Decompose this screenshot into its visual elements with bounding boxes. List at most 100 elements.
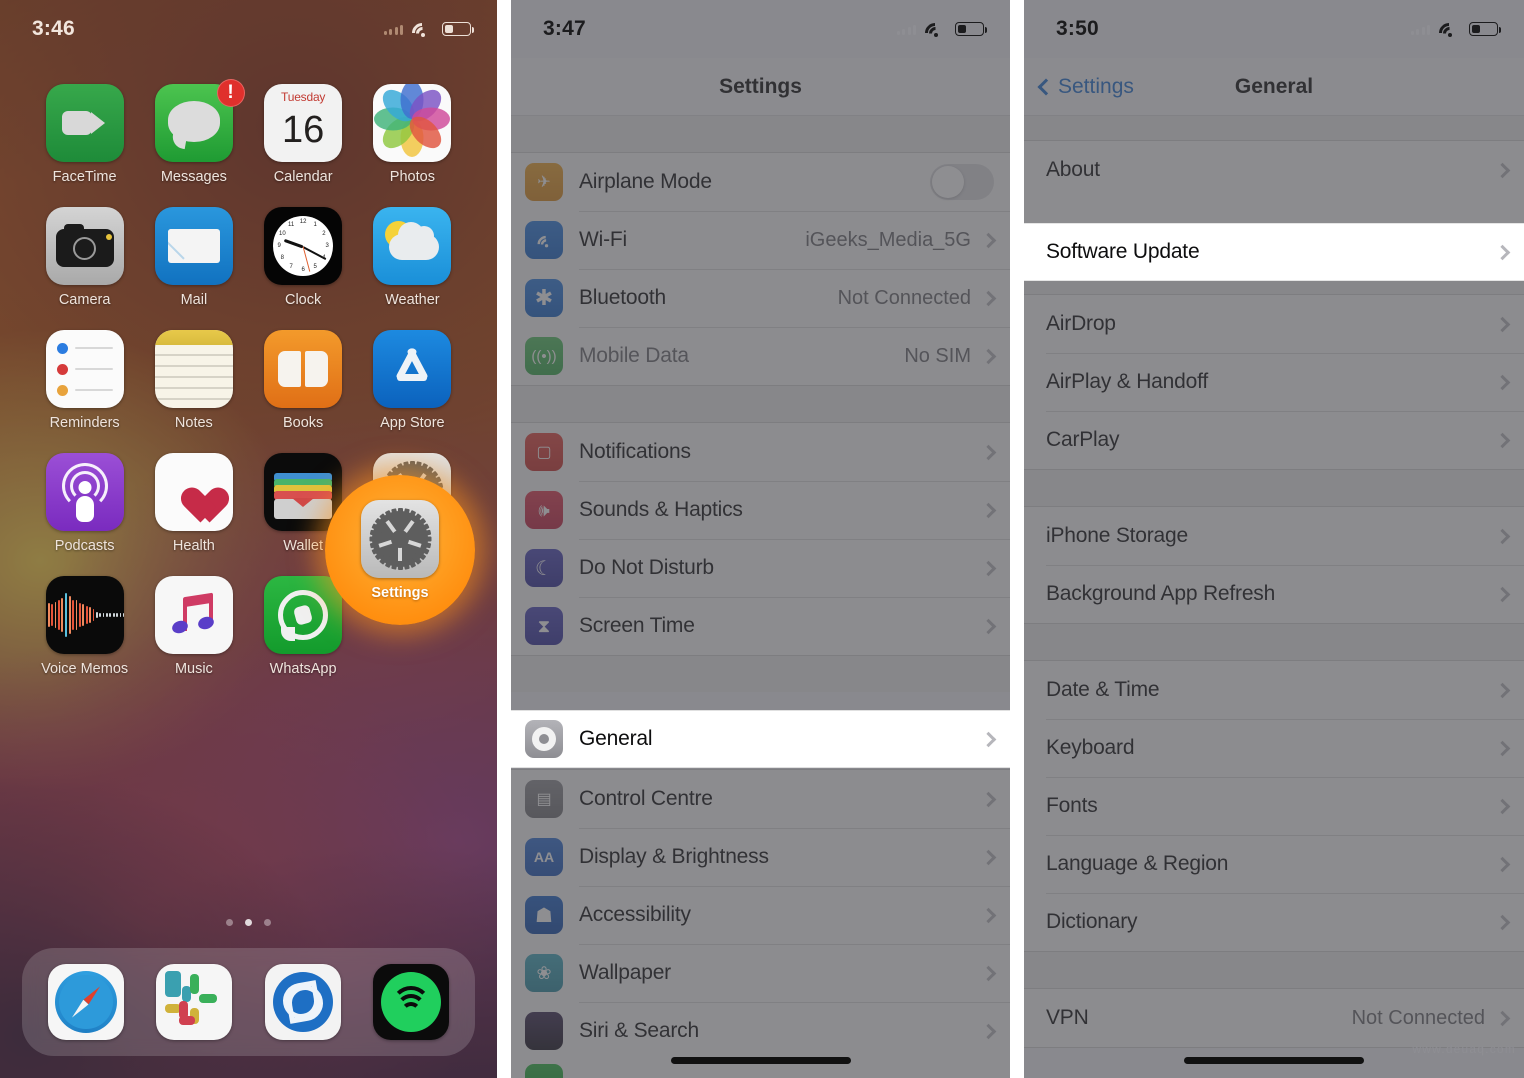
camera-icon xyxy=(46,207,124,285)
row-label: Siri & Search xyxy=(579,1019,983,1043)
battery-icon xyxy=(955,22,984,36)
app-voice-memos[interactable]: Voice Memos xyxy=(30,576,139,677)
settings-row-display-brightness[interactable]: AA Display & Brightness xyxy=(511,828,1010,886)
wifi-icon xyxy=(1439,22,1460,37)
wifi-square-icon xyxy=(525,221,563,259)
app-health[interactable]: Health xyxy=(139,453,248,554)
chevron-right-icon xyxy=(981,502,997,518)
dock-item-shazam[interactable] xyxy=(265,964,341,1040)
chevron-right-icon xyxy=(981,444,997,460)
sounds-icon: 🕪 xyxy=(525,491,563,529)
row-label: Screen Time xyxy=(579,614,983,638)
status-bar-home: 3:46 xyxy=(0,0,497,58)
row-label: Accessibility xyxy=(579,903,983,927)
general-row-date-time[interactable]: Date & Time xyxy=(1024,661,1524,719)
settings-row-control-centre[interactable]: ▤ Control Centre xyxy=(511,770,1010,828)
chevron-right-icon xyxy=(981,348,997,364)
settings-row-sounds-haptics[interactable]: 🕪 Sounds & Haptics xyxy=(511,481,1010,539)
app-label: Notes xyxy=(175,415,213,431)
general-row-language-region[interactable]: Language & Region xyxy=(1024,835,1524,893)
settings-row-general[interactable]: General xyxy=(511,710,1010,768)
settings-row-airplane-mode[interactable]: ✈ Airplane Mode xyxy=(511,153,1010,211)
row-label: Software Update xyxy=(1046,240,1497,264)
general-row-carplay[interactable]: CarPlay xyxy=(1024,411,1524,469)
general-row-iphone-storage[interactable]: iPhone Storage xyxy=(1024,507,1524,565)
app-camera[interactable]: Camera xyxy=(30,207,139,308)
app-label: Mail xyxy=(181,292,208,308)
panel-home-screen: 3:46 FaceTime ! Messages Tuesday 16 Cale… xyxy=(0,0,497,1078)
app-facetime[interactable]: FaceTime xyxy=(30,84,139,185)
notifications-icon: ▢ xyxy=(525,433,563,471)
general-row-about[interactable]: About xyxy=(1024,141,1524,199)
screen-time-icon: ⧗ xyxy=(525,607,563,645)
app-photos[interactable]: Photos xyxy=(358,84,467,185)
app-clock[interactable]: 1 2 3 4 5 6 7 8 9 10 11 12 Clock xyxy=(249,207,358,308)
app-music[interactable]: Music xyxy=(139,576,248,677)
app-messages[interactable]: ! Messages xyxy=(139,84,248,185)
status-time: 3:47 xyxy=(543,17,586,41)
app-label: Wallet xyxy=(283,538,323,554)
app-label: WhatsApp xyxy=(270,661,337,677)
general-row-airplay-handoff[interactable]: AirPlay & Handoff xyxy=(1024,353,1524,411)
settings-row-siri-search[interactable]: Siri & Search xyxy=(511,1002,1010,1060)
whatsapp-icon xyxy=(264,576,342,654)
row-label: Bluetooth xyxy=(579,286,838,310)
dock-item-safari[interactable] xyxy=(48,964,124,1040)
row-label: Language & Region xyxy=(1046,852,1497,876)
settings-row-do-not-disturb[interactable]: ☾ Do Not Disturb xyxy=(511,539,1010,597)
app-weather[interactable]: Weather xyxy=(358,207,467,308)
facetime-icon xyxy=(46,84,124,162)
general-group-locale: Date & Time Keyboard Fonts Language & Re… xyxy=(1024,660,1524,952)
chevron-right-icon xyxy=(1495,162,1511,178)
general-row-keyboard[interactable]: Keyboard xyxy=(1024,719,1524,777)
page-title: General xyxy=(1235,75,1313,99)
general-row-airdrop[interactable]: AirDrop xyxy=(1024,295,1524,353)
settings-row-wifi[interactable]: Wi-Fi iGeeks_Media_5G xyxy=(511,211,1010,269)
health-icon xyxy=(155,453,233,531)
general-row-vpn[interactable]: VPN Not Connected xyxy=(1024,989,1524,1047)
settings-group-system: ▤ Control Centre AA Display & Brightness… xyxy=(511,769,1010,1078)
settings-row-bluetooth[interactable]: ✱ Bluetooth Not Connected xyxy=(511,269,1010,327)
siri-search-icon xyxy=(525,1012,563,1050)
general-group-sharing: AirDrop AirPlay & Handoff CarPlay xyxy=(1024,294,1524,470)
settings-row-wallpaper[interactable]: ❀ Wallpaper xyxy=(511,944,1010,1002)
app-podcasts[interactable]: Podcasts xyxy=(30,453,139,554)
row-value: No SIM xyxy=(904,345,971,368)
slack-icon xyxy=(156,964,232,1040)
app-notes[interactable]: Notes xyxy=(139,330,248,431)
row-label: Keyboard xyxy=(1046,736,1497,760)
bluetooth-icon: ✱ xyxy=(525,279,563,317)
settings-row-notifications[interactable]: ▢ Notifications xyxy=(511,423,1010,481)
app-app-store[interactable]: App Store xyxy=(358,330,467,431)
general-row-background-app-refresh[interactable]: Background App Refresh xyxy=(1024,565,1524,623)
app-reminders[interactable]: Reminders xyxy=(30,330,139,431)
row-value: iGeeks_Media_5G xyxy=(805,229,971,252)
settings-row-mobile-data[interactable]: ((•)) Mobile Data No SIM xyxy=(511,327,1010,385)
settings-row-accessibility[interactable]: ☗ Accessibility xyxy=(511,886,1010,944)
battery-icon xyxy=(442,22,471,36)
app-mail[interactable]: Mail xyxy=(139,207,248,308)
wifi-icon xyxy=(925,22,946,37)
app-label: Music xyxy=(175,661,213,677)
page-dots xyxy=(0,919,497,926)
back-button[interactable]: Settings xyxy=(1040,75,1134,99)
highlight-settings-app[interactable]: Settings xyxy=(325,475,475,625)
app-books[interactable]: Books xyxy=(249,330,358,431)
general-row-dictionary[interactable]: Dictionary xyxy=(1024,893,1524,951)
home-indicator xyxy=(671,1057,851,1064)
settings-navbar: Settings xyxy=(511,58,1010,116)
general-row-fonts[interactable]: Fonts xyxy=(1024,777,1524,835)
app-calendar[interactable]: Tuesday 16 Calendar xyxy=(249,84,358,185)
settings-row-screen-time[interactable]: ⧗ Screen Time xyxy=(511,597,1010,655)
row-label: CarPlay xyxy=(1046,428,1497,452)
dock-item-spotify[interactable] xyxy=(373,964,449,1040)
airplane-mode-toggle[interactable] xyxy=(930,164,994,200)
safari-icon xyxy=(48,964,124,1040)
chevron-right-icon xyxy=(981,560,997,576)
dock-item-slack[interactable] xyxy=(156,964,232,1040)
app-label: Calendar xyxy=(274,169,333,185)
chevron-right-icon xyxy=(981,965,997,981)
general-row-software-update[interactable]: Software Update xyxy=(1024,223,1524,281)
calendar-day: 16 xyxy=(264,104,342,162)
app-label: FaceTime xyxy=(53,169,117,185)
